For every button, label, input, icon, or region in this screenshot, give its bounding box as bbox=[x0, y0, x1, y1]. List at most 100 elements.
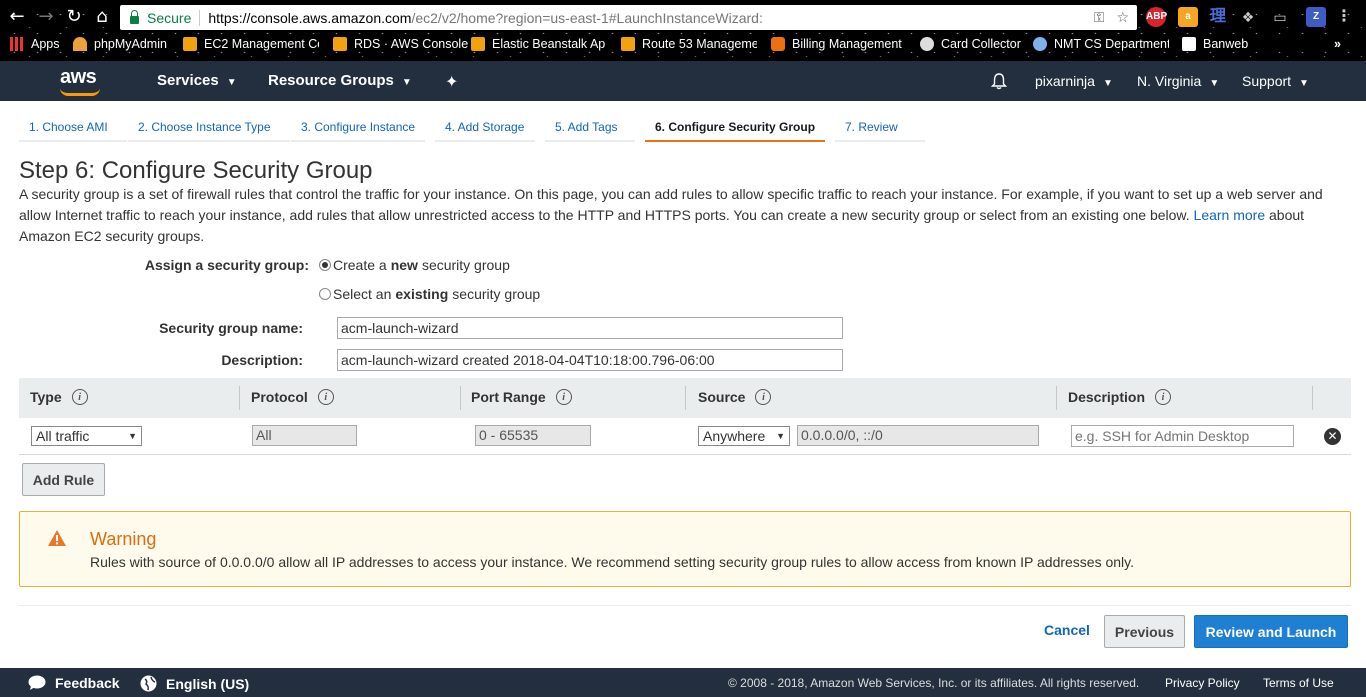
phpmyadmin-icon bbox=[73, 37, 87, 51]
url-path: /ec2/v2/home?region=us-east-1#LaunchInst… bbox=[411, 9, 763, 26]
rule-description-input[interactable] bbox=[1071, 425, 1294, 447]
bookmark-nmt-cs[interactable]: NMT CS Department bbox=[1033, 37, 1169, 51]
back-icon[interactable]: ← bbox=[6, 6, 28, 28]
lock-icon bbox=[130, 9, 139, 24]
rule-source-select[interactable]: Anywhere ▼ bbox=[698, 426, 790, 446]
group-name-label: Security group name: bbox=[159, 320, 303, 336]
support-menu[interactable]: Support ▼ bbox=[1242, 73, 1309, 89]
aws-logo[interactable]: aws bbox=[60, 66, 97, 89]
page-intro: A security group is a set of firewall ru… bbox=[19, 186, 1323, 244]
tab-configure-instance[interactable]: 3. Configure Instance bbox=[291, 114, 425, 142]
rule-type-select[interactable]: All traffic ▼ bbox=[31, 426, 142, 446]
tab-choose-ami[interactable]: 1. Choose AMI bbox=[19, 114, 127, 142]
bookmark-beanstalk[interactable]: Elastic Beanstalk App bbox=[471, 37, 606, 51]
cancel-button[interactable]: Cancel bbox=[1044, 622, 1090, 638]
remove-rule-icon[interactable]: ✕ bbox=[1324, 428, 1341, 445]
page-title: Step 6: Configure Security Group bbox=[19, 157, 373, 184]
secure-label: Secure bbox=[147, 9, 192, 26]
bookmark-banweb[interactable]: Banweb bbox=[1182, 37, 1248, 51]
forward-icon[interactable]: → bbox=[35, 6, 57, 28]
info-icon[interactable]: i bbox=[71, 389, 88, 405]
radio-unselected-icon[interactable] bbox=[319, 288, 331, 300]
aws-box-icon bbox=[333, 37, 347, 51]
menu-dots-icon[interactable]: ⋮ bbox=[1334, 7, 1354, 27]
region-menu[interactable]: N. Virginia ▼ bbox=[1137, 73, 1219, 89]
cast-icon[interactable]: ▭ bbox=[1270, 7, 1290, 27]
adblock-extension-icon[interactable]: ABP bbox=[1146, 7, 1167, 27]
info-icon[interactable]: i bbox=[755, 389, 772, 405]
column-description[interactable]: Description i bbox=[1068, 389, 1172, 405]
rule-port-range-field: 0 - 65535 bbox=[475, 425, 591, 446]
amazon-extension-icon[interactable]: a bbox=[1178, 7, 1198, 27]
tab-review[interactable]: 7. Review bbox=[835, 114, 925, 142]
user-menu[interactable]: pixarninja ▼ bbox=[1035, 73, 1113, 89]
apps-grid-icon bbox=[10, 37, 24, 51]
privacy-policy-link[interactable]: Privacy Policy bbox=[1165, 676, 1240, 690]
bookmark-ec2[interactable]: EC2 Management Co bbox=[183, 37, 319, 51]
learn-more-link[interactable]: Learn more bbox=[1194, 207, 1266, 223]
info-icon[interactable]: i bbox=[555, 389, 572, 405]
info-icon[interactable]: i bbox=[1155, 389, 1172, 405]
console-footer: Feedback English (US) © 2008 - 2018, Ama… bbox=[0, 668, 1366, 697]
reload-icon[interactable]: ↻ bbox=[63, 6, 85, 28]
column-port-range[interactable]: Port Range i bbox=[471, 389, 572, 405]
chevron-down-icon: ▼ bbox=[1299, 78, 1309, 89]
bookmarks-overflow[interactable]: » bbox=[1334, 37, 1341, 51]
bookmark-star-icon[interactable]: ☆ bbox=[1116, 9, 1129, 26]
bookmark-rds[interactable]: RDS · AWS Console bbox=[333, 37, 468, 51]
tab-add-storage[interactable]: 4. Add Storage bbox=[435, 114, 535, 142]
bookmark-apps[interactable]: Apps bbox=[10, 37, 60, 51]
bookmark-route53[interactable]: Route 53 Managemen bbox=[621, 37, 757, 51]
dictionary-extension-icon[interactable]: 理 bbox=[1208, 7, 1228, 27]
tab-add-tags[interactable]: 5. Add Tags bbox=[545, 114, 635, 142]
terms-of-use-link[interactable]: Terms of Use bbox=[1263, 676, 1334, 690]
previous-button[interactable]: Previous bbox=[1104, 615, 1185, 648]
chevron-down-icon: ▼ bbox=[1209, 78, 1220, 89]
resource-groups-menu[interactable]: Resource Groups ▼ bbox=[268, 72, 412, 89]
group-description-input[interactable] bbox=[337, 349, 843, 371]
column-source[interactable]: Source i bbox=[698, 389, 772, 405]
review-and-launch-button[interactable]: Review and Launch bbox=[1194, 615, 1348, 648]
warning-triangle-icon bbox=[48, 530, 66, 546]
rule-protocol-field: All bbox=[252, 425, 357, 446]
column-protocol[interactable]: Protocol i bbox=[251, 389, 334, 405]
banweb-icon bbox=[1182, 37, 1196, 51]
bookmarks-bar: Apps phpMyAdmin EC2 Management Co RDS · … bbox=[0, 35, 1366, 57]
nmt-icon bbox=[1033, 37, 1047, 51]
warning-text: Rules with source of 0.0.0.0/0 allow all… bbox=[90, 554, 1135, 570]
home-icon[interactable]: ⌂ bbox=[91, 6, 113, 28]
bookmark-phpmyadmin[interactable]: phpMyAdmin bbox=[73, 37, 167, 51]
aws-smile-icon bbox=[60, 88, 100, 96]
language-selector[interactable]: English (US) bbox=[140, 675, 249, 692]
key-icon[interactable]: ⚿ bbox=[1094, 9, 1105, 26]
tab-configure-security-group[interactable]: 6. Configure Security Group bbox=[645, 114, 825, 142]
chevron-down-icon: ▼ bbox=[401, 77, 412, 88]
column-type[interactable]: Type i bbox=[30, 389, 88, 405]
rule-source-cidr-field: 0.0.0.0/0, ::/0 bbox=[797, 425, 1039, 446]
bookmark-card-collector[interactable]: Card Collector bbox=[920, 37, 1021, 51]
z-extension-icon[interactable]: Z bbox=[1306, 7, 1326, 27]
dropdown-arrow-icon: ▼ bbox=[128, 431, 137, 441]
chevron-down-icon: ▼ bbox=[226, 77, 237, 88]
bell-icon[interactable] bbox=[990, 72, 1008, 90]
group-name-input[interactable] bbox=[337, 317, 843, 339]
tab-choose-instance-type[interactable]: 2. Choose Instance Type bbox=[128, 114, 290, 142]
bookmark-billing[interactable]: Billing Management bbox=[771, 37, 907, 51]
group-description-label: Description: bbox=[221, 352, 303, 368]
services-menu[interactable]: Services ▼ bbox=[157, 72, 237, 89]
add-rule-button[interactable]: Add Rule bbox=[22, 463, 105, 496]
warning-alert: Warning Rules with source of 0.0.0.0/0 a… bbox=[19, 511, 1351, 587]
aws-box-icon bbox=[183, 37, 197, 51]
radio-select-existing-group[interactable]: Select an existing security group bbox=[319, 286, 540, 302]
address-bar[interactable]: Secure https://console.aws.amazon.com/ec… bbox=[120, 5, 1137, 30]
globe-icon bbox=[140, 675, 157, 692]
radio-create-new-group[interactable]: Create a new security group bbox=[319, 257, 510, 273]
feedback-button[interactable]: Feedback bbox=[28, 675, 120, 691]
dropbox-extension-icon[interactable]: ❖ bbox=[1238, 7, 1258, 27]
info-icon[interactable]: i bbox=[317, 389, 334, 405]
radio-selected-icon[interactable] bbox=[319, 259, 331, 271]
browser-chrome: ← → ↻ ⌂ Secure https://console.aws.amazo… bbox=[0, 0, 1366, 61]
chevron-down-icon: ▼ bbox=[1102, 78, 1113, 89]
pin-icon[interactable]: ✦ bbox=[445, 72, 458, 92]
speech-bubble-icon bbox=[28, 675, 46, 690]
